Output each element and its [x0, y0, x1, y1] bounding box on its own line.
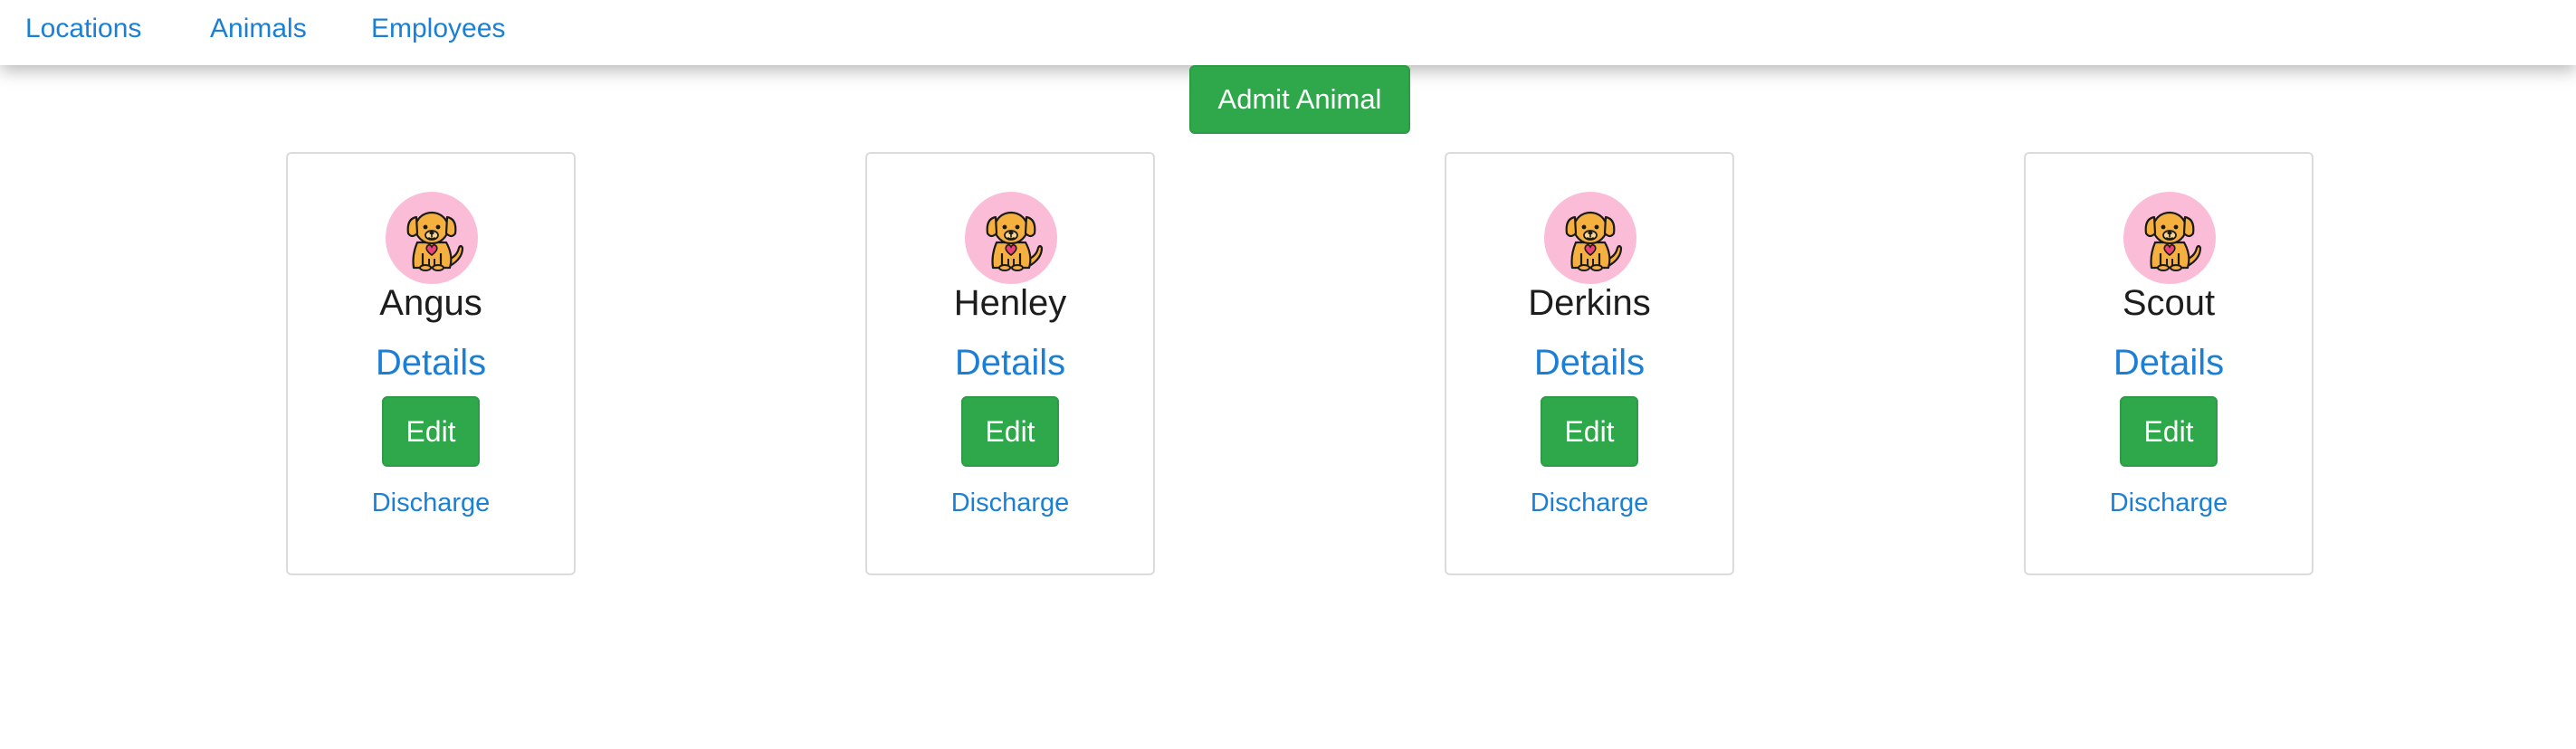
- details-link[interactable]: Details: [2026, 340, 2312, 385]
- nav-link-locations[interactable]: Locations: [25, 13, 141, 45]
- edit-button[interactable]: Edit: [382, 396, 480, 467]
- animal-card: Angus Details Edit Discharge: [286, 152, 576, 575]
- details-link[interactable]: Details: [288, 340, 574, 385]
- details-link[interactable]: Details: [867, 340, 1153, 385]
- admit-animal-button[interactable]: Admit Animal: [1189, 65, 1410, 134]
- animal-card: Derkins Details Edit Discharge: [1445, 152, 1734, 575]
- discharge-link[interactable]: Discharge: [2026, 485, 2312, 521]
- animal-name: Henley: [953, 283, 1067, 323]
- nav-link-animals[interactable]: Animals: [210, 13, 307, 45]
- animal-name: Derkins: [1528, 283, 1651, 323]
- puppy-icon: [399, 203, 464, 273]
- animal-avatar: [965, 192, 1057, 284]
- animal-avatar: [386, 192, 478, 284]
- animal-name: Scout: [2122, 283, 2216, 323]
- edit-button[interactable]: Edit: [1541, 396, 1638, 467]
- edit-button[interactable]: Edit: [2120, 396, 2218, 467]
- discharge-link[interactable]: Discharge: [1446, 485, 1732, 521]
- animal-card: Scout Details Edit Discharge: [2024, 152, 2314, 575]
- edit-button[interactable]: Edit: [961, 396, 1059, 467]
- animal-card: Henley Details Edit Discharge: [865, 152, 1155, 575]
- animal-avatar: [1544, 192, 1636, 284]
- discharge-link[interactable]: Discharge: [288, 485, 574, 521]
- puppy-icon: [2137, 203, 2202, 273]
- nav-link-employees[interactable]: Employees: [371, 13, 505, 45]
- animal-avatar: [2123, 192, 2216, 284]
- details-link[interactable]: Details: [1446, 340, 1732, 385]
- puppy-icon: [1558, 203, 1623, 273]
- discharge-link[interactable]: Discharge: [867, 485, 1153, 521]
- puppy-icon: [978, 203, 1044, 273]
- animal-name: Angus: [379, 283, 482, 323]
- top-navbar: Locations Animals Employees: [0, 0, 2576, 65]
